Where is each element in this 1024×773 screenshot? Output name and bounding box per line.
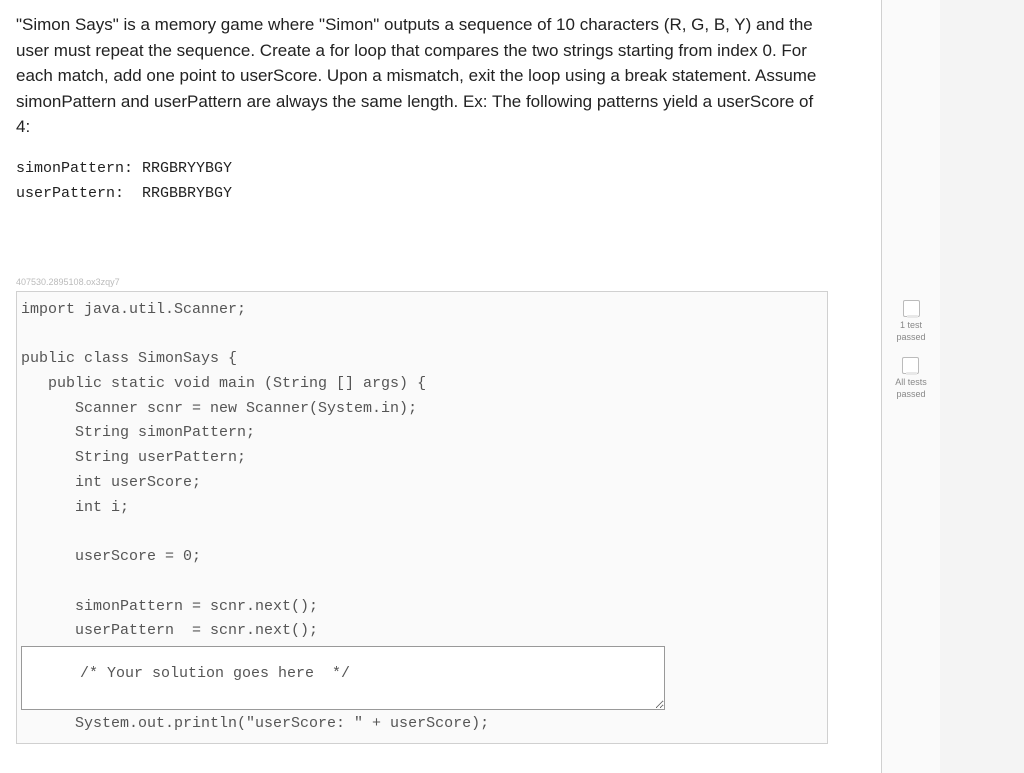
watermark-id: 407530.2895108.ox3zqy7 bbox=[16, 277, 865, 287]
problem-description: "Simon Says" is a memory game where "Sim… bbox=[16, 12, 865, 140]
one-test-badge: 1 test passed bbox=[896, 300, 925, 343]
test-status-sidebar: 1 test passed All tests passed bbox=[882, 0, 940, 773]
page-container: "Simon Says" is a memory game where "Sim… bbox=[0, 0, 1024, 773]
solution-input[interactable] bbox=[21, 646, 665, 710]
code-before: import java.util.Scanner; public class S… bbox=[21, 298, 823, 645]
checkbox-icon bbox=[903, 300, 920, 317]
main-content: "Simon Says" is a memory game where "Sim… bbox=[0, 0, 882, 773]
code-after: System.out.println("userScore: " + userS… bbox=[21, 712, 823, 737]
checkbox-icon bbox=[902, 357, 919, 374]
pattern-example: simonPattern: RRGBRYYBGY userPattern: RR… bbox=[16, 156, 865, 207]
all-tests-label: All tests passed bbox=[895, 377, 927, 400]
right-margin bbox=[940, 0, 1024, 773]
one-test-label: 1 test passed bbox=[896, 320, 925, 343]
code-editor: import java.util.Scanner; public class S… bbox=[16, 291, 828, 744]
all-tests-badge: All tests passed bbox=[895, 357, 927, 400]
